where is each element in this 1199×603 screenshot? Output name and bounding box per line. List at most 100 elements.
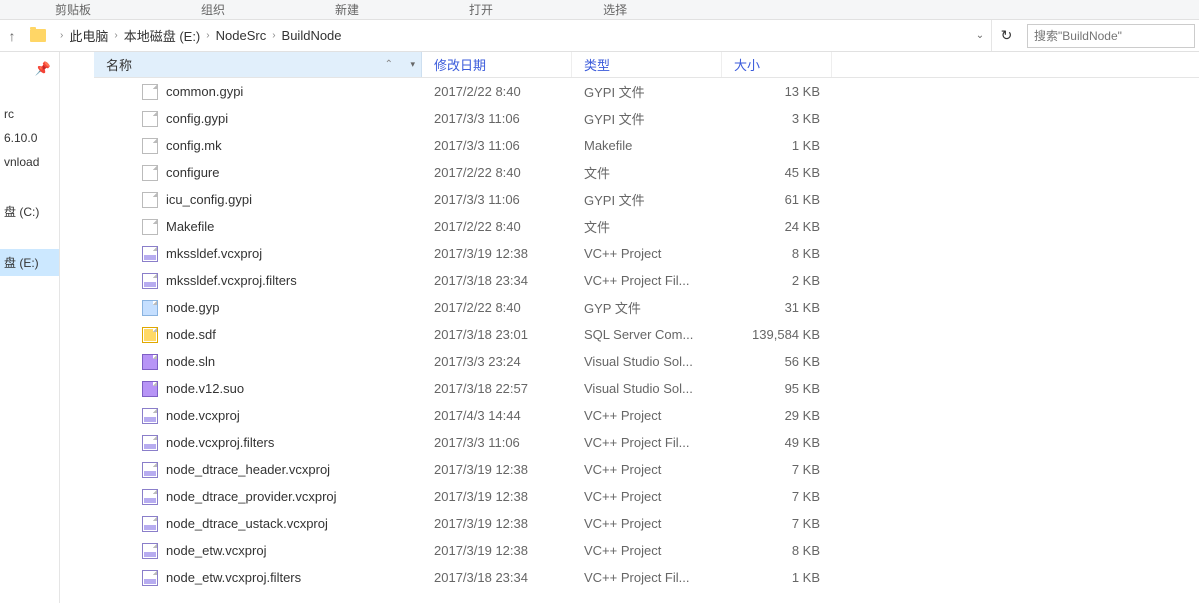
sidebar-item[interactable]: [0, 174, 59, 198]
file-row[interactable]: Makefile2017/2/22 8:40文件24 KB: [94, 213, 1199, 240]
file-date: 2017/2/22 8:40: [422, 300, 572, 315]
file-type: VC++ Project: [572, 462, 722, 477]
file-row[interactable]: configure2017/2/22 8:40文件45 KB: [94, 159, 1199, 186]
file-date: 2017/3/19 12:38: [422, 462, 572, 477]
file-row[interactable]: node.sdf2017/3/18 23:01SQL Server Com...…: [94, 321, 1199, 348]
crumb-folder[interactable]: BuildNode: [282, 28, 342, 43]
file-name: node_dtrace_header.vcxproj: [166, 462, 330, 477]
column-dropdown-icon[interactable]: ▾: [410, 59, 415, 70]
file-icon: [142, 516, 158, 532]
file-size: 8 KB: [722, 246, 832, 261]
file-row[interactable]: config.gypi2017/3/3 11:06GYPI 文件3 KB: [94, 105, 1199, 132]
crumb-drive[interactable]: 本地磁盘 (E:): [124, 26, 201, 45]
crumb-chevron-icon[interactable]: ›: [114, 30, 117, 41]
file-icon: [142, 570, 158, 586]
search-input[interactable]: [1027, 24, 1195, 48]
sidebar-item[interactable]: 盘 (C:): [0, 198, 59, 225]
sidebar-item[interactable]: rc: [0, 102, 59, 126]
sidebar-item[interactable]: 6.10.0: [0, 126, 59, 150]
ribbon-tab-clipboard[interactable]: 剪贴板: [0, 1, 146, 18]
ribbon-tab-open[interactable]: 打开: [414, 1, 548, 18]
file-size: 7 KB: [722, 489, 832, 504]
file-type: VC++ Project: [572, 408, 722, 423]
sort-indicator-icon: ⌃: [385, 59, 393, 70]
column-header-name[interactable]: 名称 ⌃ ▾: [94, 52, 422, 77]
sidebar-item[interactable]: 盘 (E:): [0, 249, 59, 276]
file-type: 文件: [572, 217, 722, 236]
file-row[interactable]: node_dtrace_provider.vcxproj2017/3/19 12…: [94, 483, 1199, 510]
pin-icon[interactable]: 📌: [0, 60, 59, 78]
file-icon: [142, 381, 158, 397]
file-name: icu_config.gypi: [166, 192, 252, 207]
crumb-chevron-icon[interactable]: ›: [272, 30, 275, 41]
file-size: 1 KB: [722, 138, 832, 153]
file-type: VC++ Project Fil...: [572, 435, 722, 450]
file-type: GYP 文件: [572, 298, 722, 317]
file-type: VC++ Project: [572, 516, 722, 531]
address-bar: ↑ › 此电脑 › 本地磁盘 (E:) › NodeSrc › BuildNod…: [0, 20, 1199, 52]
up-button[interactable]: ↑: [0, 28, 24, 44]
file-date: 2017/3/19 12:38: [422, 489, 572, 504]
file-row[interactable]: config.mk2017/3/3 11:06Makefile1 KB: [94, 132, 1199, 159]
file-type: VC++ Project: [572, 246, 722, 261]
file-icon: [142, 462, 158, 478]
ribbon-tab-organize[interactable]: 组织: [146, 1, 280, 18]
file-date: 2017/2/22 8:40: [422, 84, 572, 99]
file-date: 2017/3/18 22:57: [422, 381, 572, 396]
file-type: SQL Server Com...: [572, 327, 722, 342]
file-icon: [142, 138, 158, 154]
file-size: 24 KB: [722, 219, 832, 234]
file-date: 2017/3/3 11:06: [422, 435, 572, 450]
file-row[interactable]: node_dtrace_header.vcxproj 2017/3/19 12:3…: [94, 456, 1199, 483]
column-header-size[interactable]: 大小: [722, 52, 832, 77]
file-row[interactable]: common.gypi2017/2/22 8:40GYPI 文件13 KB: [94, 78, 1199, 105]
sidebar-item[interactable]: vnload: [0, 150, 59, 174]
column-header-type[interactable]: 类型: [572, 52, 722, 77]
file-type: GYPI 文件: [572, 190, 722, 209]
file-icon: [142, 111, 158, 127]
file-row[interactable]: mkssldef.vcxproj.filters2017/3/18 23:34V…: [94, 267, 1199, 294]
file-row[interactable]: icu_config.gypi2017/3/3 11:06GYPI 文件61 K…: [94, 186, 1199, 213]
file-row[interactable]: node.vcxproj2017/4/3 14:44VC++ Project29…: [94, 402, 1199, 429]
file-row[interactable]: mkssldef.vcxproj2017/3/19 12:38VC++ Proj…: [94, 240, 1199, 267]
file-date: 2017/3/3 23:24: [422, 354, 572, 369]
file-name: common.gypi: [166, 84, 243, 99]
file-date: 2017/3/18 23:01: [422, 327, 572, 342]
sidebar-item[interactable]: [0, 78, 59, 102]
file-size: 2 KB: [722, 273, 832, 288]
file-size: 139,584 KB: [722, 327, 832, 342]
file-type: Visual Studio Sol...: [572, 354, 722, 369]
refresh-button[interactable]: ↻: [991, 20, 1021, 51]
file-date: 2017/3/19 12:38: [422, 246, 572, 261]
file-row[interactable]: node_etw.vcxproj2017/3/19 12:38VC++ Proj…: [94, 537, 1199, 564]
file-row[interactable]: node.sln2017/3/3 23:24Visual Studio Sol.…: [94, 348, 1199, 375]
file-date: 2017/2/22 8:40: [422, 219, 572, 234]
ribbon-tab-select[interactable]: 选择: [548, 1, 682, 18]
ribbon-tab-new[interactable]: 新建: [280, 1, 414, 18]
file-row[interactable]: node.gyp2017/2/22 8:40GYP 文件31 KB: [94, 294, 1199, 321]
crumb-chevron-icon[interactable]: ›: [206, 30, 209, 41]
address-history-dropdown[interactable]: ⌄: [969, 30, 991, 41]
file-size: 56 KB: [722, 354, 832, 369]
folder-icon: [30, 29, 46, 42]
file-row[interactable]: node_etw.vcxproj.filters2017/3/18 23:34V…: [94, 564, 1199, 591]
file-size: 1 KB: [722, 570, 832, 585]
file-name: node_dtrace_ustack.vcxproj: [166, 516, 328, 531]
file-row[interactable]: node.vcxproj.filters2017/3/3 11:06VC++ P…: [94, 429, 1199, 456]
file-size: 3 KB: [722, 111, 832, 126]
sidebar-item[interactable]: [0, 225, 59, 249]
file-row[interactable]: node.v12.suo2017/3/18 22:57Visual Studio…: [94, 375, 1199, 402]
file-type: VC++ Project: [572, 543, 722, 558]
crumb-folder[interactable]: NodeSrc: [216, 28, 267, 43]
file-icon: [142, 246, 158, 262]
crumb-chevron-icon[interactable]: ›: [60, 30, 63, 41]
file-row[interactable]: node_dtrace_ustack.vcxproj2017/3/19 12:3…: [94, 510, 1199, 537]
ribbon-tabs: 剪贴板 组织 新建 打开 选择: [0, 0, 1199, 20]
file-date: 2017/3/18 23:34: [422, 273, 572, 288]
column-header-date[interactable]: 修改日期: [422, 52, 572, 77]
file-name: config.mk: [166, 138, 222, 153]
crumb-root[interactable]: 此电脑: [69, 26, 108, 45]
navigation-sidebar: 📌 rc6.10.0vnload 盘 (C:) 盘 (E:): [0, 52, 60, 603]
file-date: 2017/4/3 14:44: [422, 408, 572, 423]
file-type: VC++ Project: [572, 489, 722, 504]
